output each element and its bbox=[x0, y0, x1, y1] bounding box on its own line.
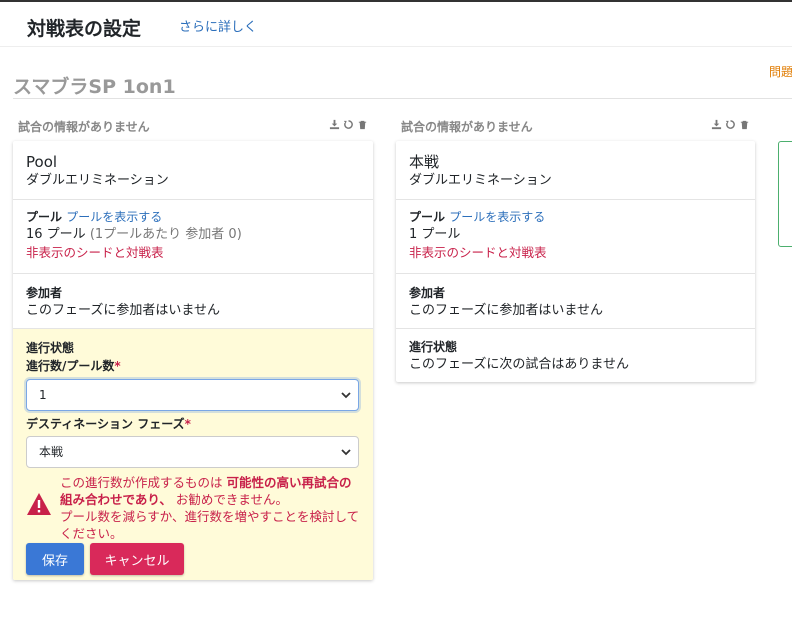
page-title: 対戦表の設定 bbox=[27, 18, 142, 40]
show-pools-link[interactable]: プールを表示する bbox=[449, 210, 545, 224]
warning-text-suggestion: プール数を減らすか、進行数を増やすことを検討してください。 bbox=[60, 509, 360, 541]
phase-card-partial bbox=[778, 141, 792, 247]
form-actions: 保存 キャンセル bbox=[26, 543, 360, 575]
progress-count-select-wrap: 1 bbox=[26, 379, 359, 411]
pools-detail: (1プールあたり 参加者 0) bbox=[89, 227, 242, 242]
download-icon[interactable] bbox=[329, 119, 340, 130]
phase-summary: 本戦 ダブルエリミネーション bbox=[396, 141, 755, 200]
destination-select-wrap: 本戦 bbox=[26, 436, 359, 468]
pools-count: 1 プール bbox=[409, 227, 461, 242]
trash-icon[interactable] bbox=[739, 119, 750, 130]
progress-count-label: 進行数/プール数 bbox=[26, 359, 115, 373]
reset-icon[interactable] bbox=[343, 119, 354, 130]
progress-text: このフェーズに次の試合はありません bbox=[409, 357, 629, 372]
entrants-label: 参加者 bbox=[26, 286, 63, 300]
phase-name: 本戦 bbox=[409, 153, 440, 171]
pools-count: 16 プール bbox=[26, 227, 86, 242]
divider bbox=[13, 98, 792, 99]
entrants-text: このフェーズに参加者はいません bbox=[409, 303, 603, 318]
entrants-label: 参加者 bbox=[409, 286, 446, 300]
destination-select[interactable]: 本戦 bbox=[26, 436, 359, 468]
cancel-button[interactable]: キャンセル bbox=[90, 543, 184, 575]
warning-icon bbox=[27, 493, 51, 515]
entrants-text: このフェーズに参加者はいません bbox=[26, 303, 220, 318]
tournament-name: スマブラSP 1on1 bbox=[13, 76, 176, 98]
pools-section: プール プールを表示する 16 プール (1プールあたり 参加者 0) 非表示の… bbox=[13, 200, 373, 274]
pools-label: プール bbox=[409, 210, 446, 224]
phase-toolbar bbox=[329, 119, 368, 130]
progress-section: 進行状態 このフェーズに次の試合はありません bbox=[396, 329, 755, 382]
pools-section: プール プールを表示する 1 プール 非表示のシードと対戦表 bbox=[396, 200, 755, 274]
trash-icon[interactable] bbox=[357, 119, 368, 130]
reset-icon[interactable] bbox=[725, 119, 736, 130]
phase-header-text: 試合の情報がありません bbox=[18, 120, 150, 134]
phase-name: Pool bbox=[26, 153, 58, 171]
show-pools-link[interactable]: プールを表示する bbox=[66, 210, 162, 224]
progression-edit-section: 進行状態 進行数/プール数* 1 デスティネーション フェーズ* 本戦 この進行… bbox=[13, 329, 373, 580]
progress-label: 進行状態 bbox=[409, 340, 458, 354]
entrants-section: 参加者 このフェーズに参加者はいません bbox=[396, 274, 755, 329]
warning-text-a: この進行数が作成するものは bbox=[60, 475, 223, 490]
details-link[interactable]: さらに詳しく bbox=[179, 16, 257, 35]
pools-label: プール bbox=[26, 210, 63, 224]
phase-toolbar bbox=[711, 119, 750, 130]
phase-type: ダブルエリミネーション bbox=[26, 173, 169, 188]
download-icon[interactable] bbox=[711, 119, 722, 130]
phase-card-pool: Pool ダブルエリミネーション プール プールを表示する 16 プール (1プ… bbox=[13, 141, 373, 580]
required-mark: * bbox=[184, 417, 191, 431]
required-mark: * bbox=[114, 359, 121, 373]
phase-summary: Pool ダブルエリミネーション bbox=[13, 141, 373, 200]
progress-count-select[interactable]: 1 bbox=[26, 379, 359, 411]
phase-card-main: 本戦 ダブルエリミネーション プール プールを表示する 1 プール 非表示のシー… bbox=[396, 141, 755, 382]
entrants-section: 参加者 このフェーズに参加者はいません bbox=[13, 274, 373, 329]
warning-message: この進行数が作成するものは 可能性の高い再試合の組み合わせであり、 お勧めできま… bbox=[26, 474, 360, 542]
hidden-seeds-link[interactable]: 非表示のシードと対戦表 bbox=[409, 244, 742, 262]
hidden-seeds-link[interactable]: 非表示のシードと対戦表 bbox=[26, 244, 360, 262]
destination-label: デスティネーション フェーズ bbox=[26, 417, 185, 431]
warning-text-c: お勧めできません。 bbox=[175, 492, 289, 507]
problem-link[interactable]: 問題 bbox=[769, 63, 792, 80]
phase-header-text: 試合の情報がありません bbox=[401, 120, 533, 134]
page-header: 対戦表の設定 さらに詳しく bbox=[0, 2, 792, 47]
save-button[interactable]: 保存 bbox=[26, 543, 84, 575]
progress-label: 進行状態 bbox=[26, 341, 75, 355]
phase-type: ダブルエリミネーション bbox=[409, 173, 552, 188]
